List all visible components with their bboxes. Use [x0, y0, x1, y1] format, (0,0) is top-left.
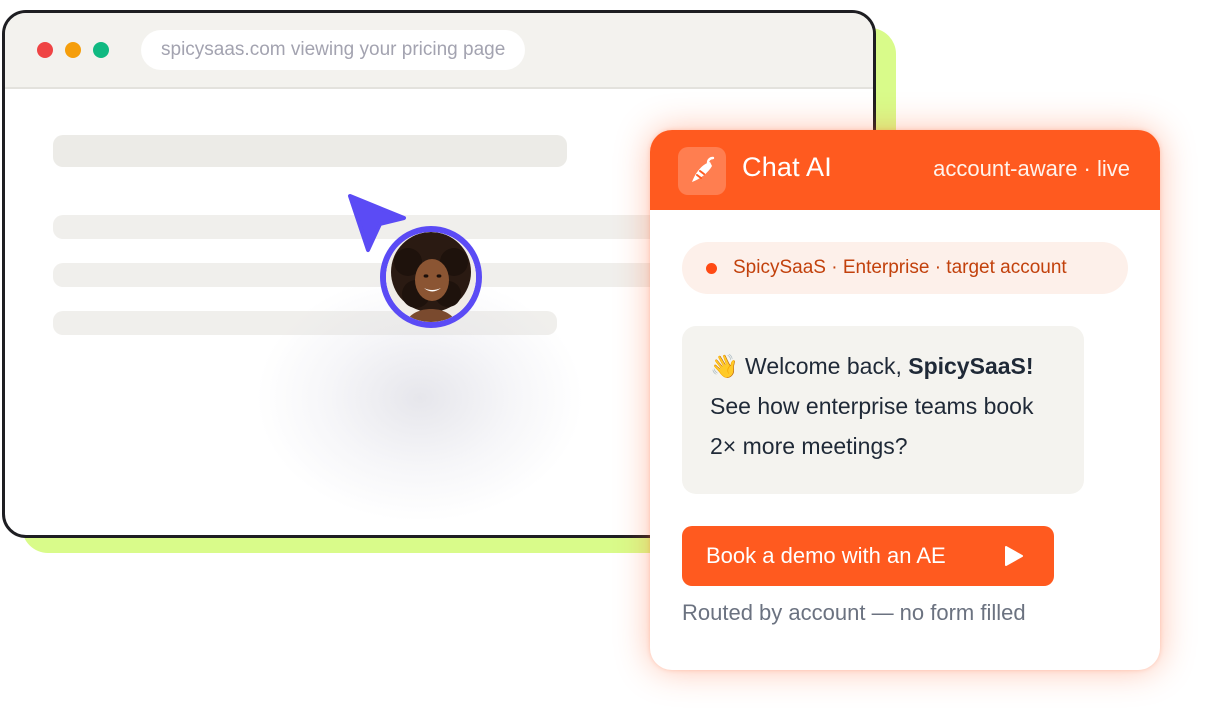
close-dot-icon[interactable]	[37, 42, 53, 58]
routing-footnote: Routed by account — no form filled	[682, 600, 1026, 625]
play-icon	[1005, 546, 1023, 566]
minimize-dot-icon[interactable]	[65, 42, 81, 58]
greeting-prefix: Welcome back,	[745, 353, 909, 379]
book-demo-button[interactable]: Book a demo with an AE	[682, 526, 1054, 586]
account-badge-label: SpicySaaS · Enterprise · target account	[733, 257, 1067, 278]
chat-message-line-2: See how enterprise teams book	[710, 393, 1034, 419]
person-portrait-icon	[386, 232, 476, 322]
book-demo-button-label: Book a demo with an AE	[706, 543, 946, 568]
skeleton-heading	[53, 135, 567, 167]
address-bar-text: spicysaas.com viewing your pricing page	[161, 39, 506, 60]
account-badge: SpicySaaS · Enterprise · target account	[682, 242, 1128, 294]
chat-header: Chat AI account-aware · live	[650, 130, 1160, 210]
chat-widget: Chat AI account-aware · live SpicySaaS ·…	[650, 130, 1160, 670]
address-bar[interactable]: spicysaas.com viewing your pricing page	[141, 30, 526, 70]
maximize-dot-icon[interactable]	[93, 42, 109, 58]
company-name: SpicySaaS!	[908, 353, 1034, 379]
chat-message-line-1: 👋 Welcome back, SpicySaaS!	[710, 346, 1056, 386]
chat-title: Chat AI	[742, 152, 832, 182]
waving-hand-icon: 👋	[710, 353, 739, 379]
chat-message-bubble: 👋 Welcome back, SpicySaaS! See how enter…	[682, 326, 1084, 494]
chili-pepper-icon	[678, 147, 726, 195]
visitor-avatar	[380, 226, 482, 328]
browser-toolbar: spicysaas.com viewing your pricing page	[5, 13, 873, 89]
chat-message-line-3: 2× more meetings?	[710, 433, 908, 459]
chat-status-text: account-aware · live	[933, 156, 1130, 181]
live-status-dot-icon	[706, 262, 717, 274]
